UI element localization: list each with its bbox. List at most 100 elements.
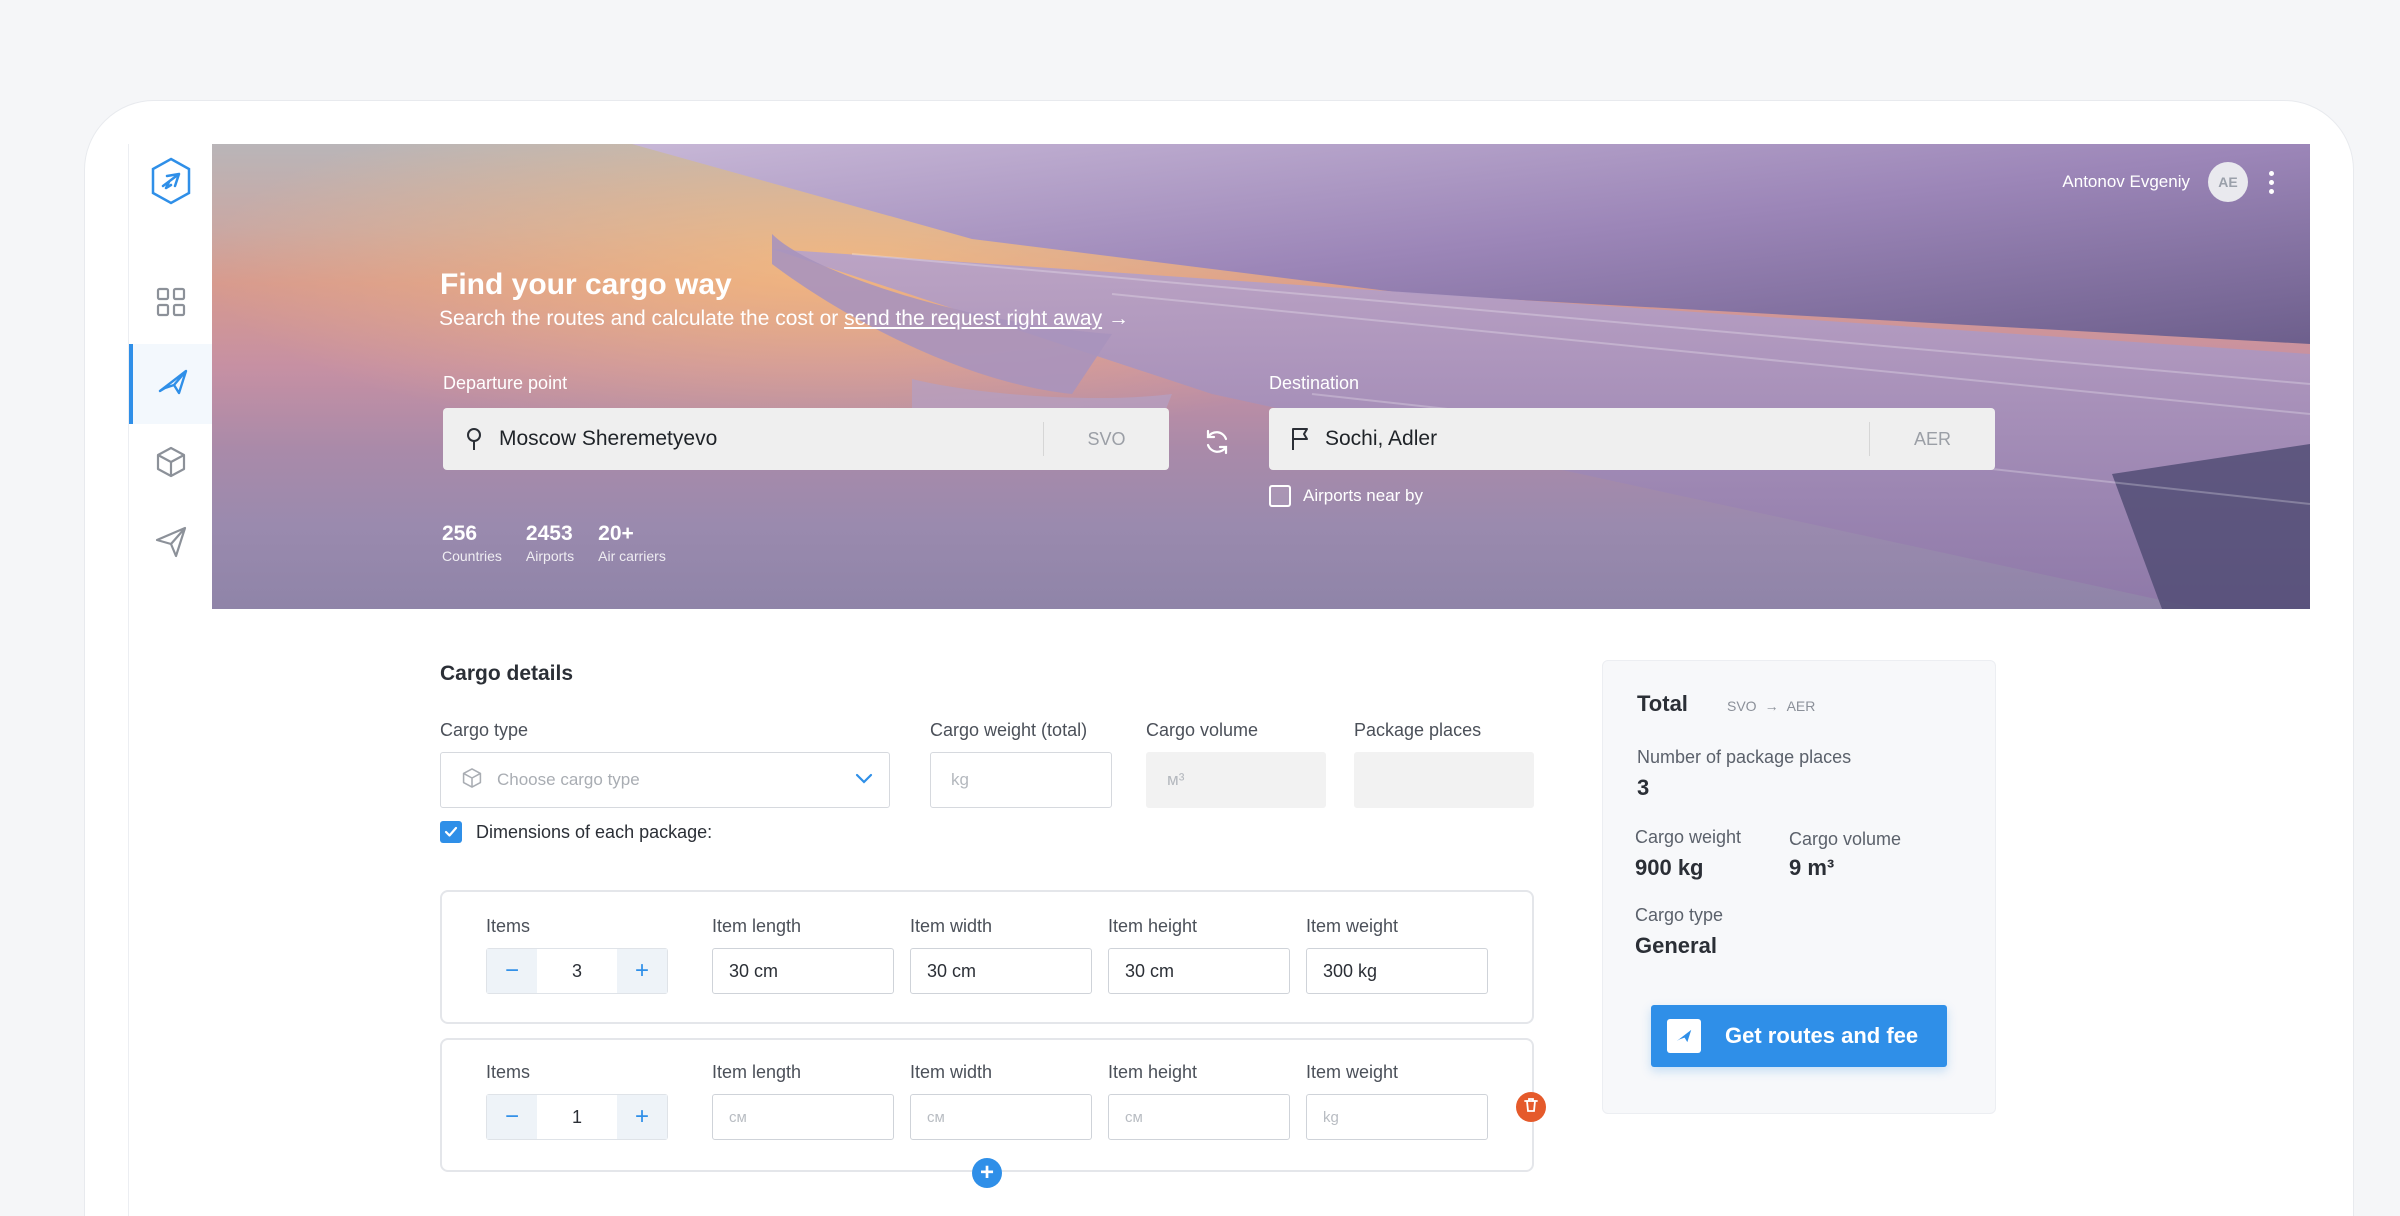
item-height-input[interactable]: см: [1108, 1094, 1290, 1140]
hero-banner: Antonov Evgeniy AE Find your cargo way S…: [212, 144, 2310, 609]
get-routes-label: Get routes and fee: [1725, 1023, 1919, 1048]
increment-button[interactable]: +: [617, 1095, 667, 1139]
quantity-stepper[interactable]: − 3 +: [486, 948, 668, 994]
type-label: Cargo type: [1635, 905, 1724, 925]
destination-value[interactable]: Sochi, Adler: [1325, 427, 1869, 451]
total-from: SVO: [1727, 698, 1757, 714]
cargo-volume-placeholder: м³: [1167, 770, 1185, 789]
departure-value[interactable]: Moscow Sheremetyevo: [499, 427, 1043, 451]
weight-label: Item weight: [1306, 916, 1399, 936]
stats: 256 Countries 2453 Airports 20+ Air carr…: [442, 522, 666, 564]
more-vertical-icon[interactable]: [2266, 170, 2276, 194]
item-length-input[interactable]: 30 cm: [712, 948, 894, 994]
airports-near-toggle[interactable]: Airports near by: [1269, 485, 1423, 507]
cargo-weight-placeholder: kg: [951, 770, 969, 789]
increment-button[interactable]: +: [617, 949, 667, 993]
plane-icon: [155, 364, 191, 405]
quantity-value[interactable]: 1: [537, 1095, 617, 1139]
dimensions-label: Dimensions of each package:: [476, 821, 713, 842]
items-label: Items: [486, 916, 531, 936]
stat-label: Airports: [525, 548, 575, 564]
package-places-label: Package places: [1354, 720, 1482, 740]
height-label: Item height: [1108, 1062, 1198, 1082]
stat-countries: 256 Countries: [442, 522, 502, 564]
total-route: SVO → AER: [1727, 698, 1815, 714]
airports-near-label: Airports near by: [1303, 486, 1423, 505]
destination-label: Destination: [1269, 373, 1360, 393]
decrement-button[interactable]: −: [487, 949, 537, 993]
hero-subtitle-text: Search the routes and calculate the cost…: [439, 307, 839, 330]
item-width-input[interactable]: 30 cm: [910, 948, 1092, 994]
cargo-weight-input[interactable]: kg: [930, 752, 1112, 808]
pin-icon: [459, 426, 489, 452]
package-places-input: [1354, 752, 1534, 808]
type-value: General: [1635, 933, 1717, 958]
places-value: 3: [1637, 775, 1650, 800]
item-weight-input[interactable]: 300 kg: [1306, 948, 1488, 994]
weight-label: Item weight: [1306, 1062, 1399, 1082]
item-length-input[interactable]: см: [712, 1094, 894, 1140]
width-label: Item width: [910, 1062, 993, 1082]
length-label: Item length: [712, 1062, 802, 1082]
airports-near-checkbox[interactable]: [1269, 485, 1291, 507]
cargo-volume-input: м³: [1146, 752, 1326, 808]
item-width-input[interactable]: см: [910, 1094, 1092, 1140]
cargo-volume-label: Cargo volume: [1146, 720, 1259, 740]
stat-value: 256: [442, 522, 478, 545]
nav-dashboard[interactable]: [129, 264, 213, 344]
dimensions-checkbox[interactable]: [440, 821, 462, 843]
user-menu[interactable]: Antonov Evgeniy AE: [2062, 162, 2276, 202]
cargo-weight-label: Cargo weight (total): [930, 720, 1088, 740]
stat-airports: 2453 Airports: [526, 522, 574, 564]
package-card: Items − 3 + Item length 30 cm Item width…: [440, 890, 1534, 1024]
send-request-link[interactable]: send the request right away: [844, 307, 1102, 330]
sidebar: [128, 144, 213, 1216]
item-weight-input[interactable]: kg: [1306, 1094, 1488, 1140]
departure-field[interactable]: Moscow Sheremetyevo SVO: [443, 408, 1169, 470]
dashboard-icon: [155, 286, 187, 323]
add-package-button[interactable]: +: [972, 1158, 1002, 1188]
stat-value: 20+: [598, 522, 634, 545]
avatar[interactable]: AE: [2208, 162, 2248, 202]
destination-field[interactable]: Sochi, Adler AER: [1269, 408, 1995, 470]
delete-package-button[interactable]: [1516, 1092, 1546, 1122]
page-title: Find your cargo way: [440, 268, 732, 301]
departure-code: SVO: [1043, 422, 1169, 456]
get-routes-button[interactable]: Get routes and fee: [1651, 1005, 1947, 1067]
nav-cargo[interactable]: [129, 424, 213, 504]
destination-code: AER: [1869, 422, 1995, 456]
departure-label: Departure point: [443, 373, 568, 393]
length-label: Item length: [712, 916, 802, 936]
logo-icon[interactable]: [149, 156, 193, 206]
total-panel: Total SVO → AER Number of package places…: [1602, 660, 1996, 1114]
width-label: Item width: [910, 916, 993, 936]
places-label: Number of package places: [1637, 747, 1852, 767]
user-name: Antonov Evgeniy: [2062, 172, 2190, 191]
box-icon: [154, 445, 188, 484]
nav-send[interactable]: [129, 504, 213, 584]
cargo-type-select[interactable]: Choose cargo type: [440, 752, 890, 808]
nav-flights[interactable]: [129, 344, 213, 424]
swap-icon[interactable]: [1202, 427, 1232, 457]
hero-subtitle: Search the routes and calculate the cost…: [439, 307, 1129, 331]
weight-label: Cargo weight: [1635, 827, 1742, 847]
height-label: Item height: [1108, 916, 1198, 936]
plus-icon: +: [979, 1159, 994, 1186]
total-title: Total: [1637, 691, 1688, 716]
item-height-input[interactable]: 30 cm: [1108, 948, 1290, 994]
total-to: AER: [1786, 698, 1816, 714]
cargo-type-placeholder: Choose cargo type: [497, 770, 640, 789]
items-label: Items: [486, 1062, 531, 1082]
quantity-stepper[interactable]: − 1 +: [486, 1094, 668, 1140]
dimensions-toggle[interactable]: Dimensions of each package:: [440, 821, 712, 843]
stat-label: Countries: [442, 548, 502, 564]
arrow-right-icon: →: [1764, 698, 1779, 714]
volume-value: 9 m³: [1789, 855, 1835, 880]
stat-label: Air carriers: [598, 548, 666, 564]
send-icon: [154, 525, 188, 564]
quantity-value[interactable]: 3: [537, 949, 617, 993]
stat-carriers: 20+ Air carriers: [598, 522, 666, 564]
cargo-type-label: Cargo type: [440, 720, 529, 740]
decrement-button[interactable]: −: [487, 1095, 537, 1139]
cargo-section-title: Cargo details: [440, 662, 574, 685]
